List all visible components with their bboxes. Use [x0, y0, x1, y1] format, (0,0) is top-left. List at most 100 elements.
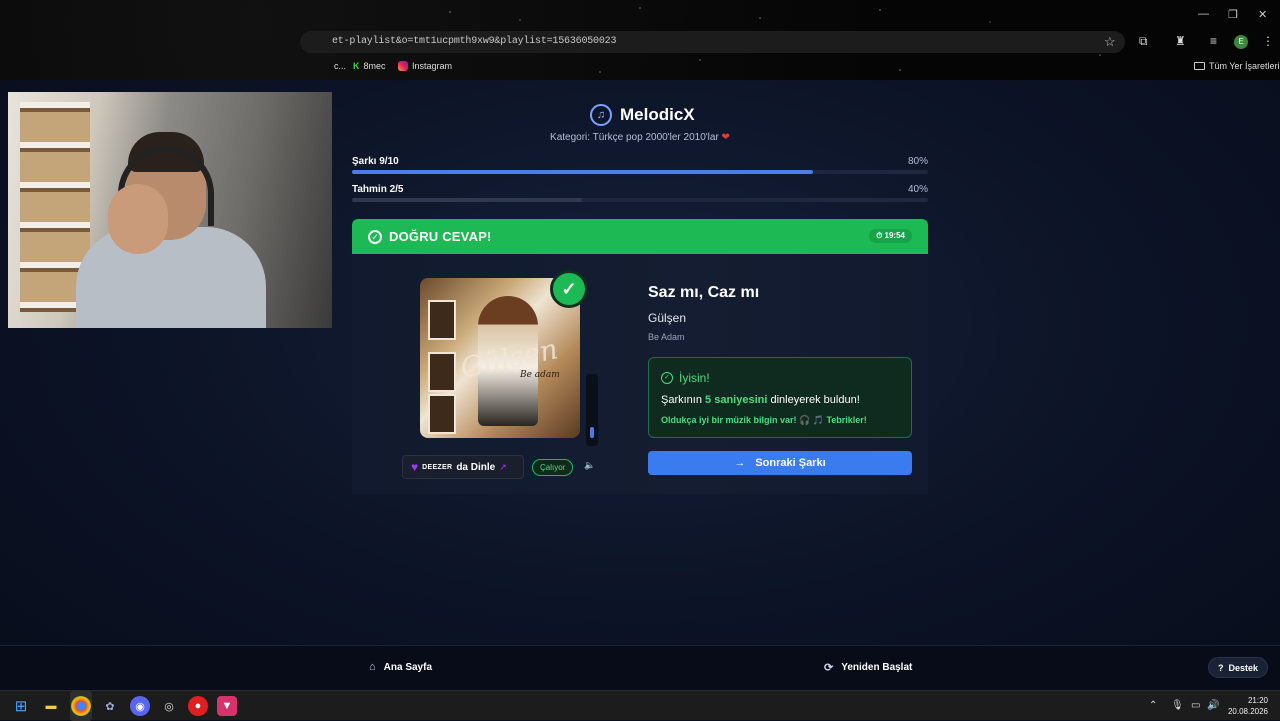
app-icon-pink[interactable]: ▼ [217, 696, 237, 716]
album-photo-panel [428, 394, 456, 434]
app-icon-red[interactable]: ● [188, 696, 208, 716]
bookmark-star-icon[interactable]: ☆ [1104, 34, 1116, 50]
home-icon: ⌂ [369, 661, 376, 673]
person-hand [108, 184, 168, 254]
close-icon[interactable]: ✕ [1258, 8, 1267, 21]
timer-badge: ⏱ 19:54 [869, 229, 912, 243]
volume-icon[interactable]: 🔊 [1207, 700, 1219, 711]
banner-title: DOĞRU CEVAP! [389, 229, 492, 244]
result-card: Gülşen Be adam ✓ ♥ DEEZER da Dinle ↗ Çal… [352, 254, 928, 494]
song-title: Saz mı, Caz mı [648, 284, 760, 301]
deezer-label: da Dinle [456, 461, 496, 473]
heart-icon: ❤ [718, 132, 730, 143]
maximize-icon[interactable]: ❐ [1228, 8, 1238, 21]
song-progress-percent: 80% [907, 156, 928, 167]
support-button[interactable]: ? Destek [1208, 657, 1268, 678]
bottom-nav: ⌂ Ana Sayfa ⟳ Yeniden Başlat ? Destek [0, 645, 1280, 690]
timer-text: 19:54 [884, 231, 905, 240]
bookmark-item[interactable]: c... [334, 61, 346, 71]
windows-start-icon[interactable]: ⊞ [11, 696, 31, 716]
feedback-title: İyisin! [679, 371, 710, 385]
guess-progress-fill [352, 198, 583, 202]
check-circle-icon: ✓ [368, 229, 382, 244]
feedback-highlight: 5 saniyesini [705, 394, 768, 406]
support-label: Destek [1228, 662, 1259, 673]
feedback-header: ✓ İyisin! [661, 371, 710, 385]
windows-taskbar: ⊞ ▬ ✿ ◉ ◎ ● ▼ ⌃ 🎙 ▭ 🔊 21:20 20.08.2026 [0, 690, 1280, 721]
bookmark-folder-label: Tüm Yer İşaretleri [1209, 61, 1280, 71]
guess-progress-label: Tahmin 2/5 [352, 184, 404, 195]
clock-time: 21:20 [1247, 696, 1268, 705]
deezer-brand: DEEZER [422, 463, 453, 471]
external-link-icon: ↗ [499, 461, 507, 472]
bookmark-label: Instagram [412, 61, 453, 71]
url-text[interactable]: et-playlist&o=tmt1ucpmth9xw9&playlist=15… [332, 36, 616, 47]
discord-icon[interactable]: ◉ [130, 696, 150, 716]
feedback-box: ✓ İyisin! Şarkının 5 saniyesini dinleyer… [648, 357, 912, 438]
extensions-icon[interactable]: ⧉ [1139, 34, 1148, 49]
speaker-icon[interactable]: 🔈 [584, 460, 595, 471]
home-button[interactable]: ⌂ Ana Sayfa [369, 661, 432, 673]
webcam-overlay [8, 92, 332, 328]
album-photo-panel [428, 352, 456, 392]
playing-status-badge[interactable]: Çalıyor [532, 459, 574, 476]
folder-icon [1194, 62, 1205, 70]
next-song-label: Sonraki Şarkı [755, 457, 826, 469]
volume-slider-fill [590, 427, 594, 438]
album-name: Be Adam [648, 332, 685, 342]
next-song-button[interactable]: → Sonraki Şarkı [648, 451, 912, 475]
all-bookmarks-folder[interactable]: Tüm Yer İşaretleri [1194, 61, 1280, 71]
album-script-subtitle: Be adam [520, 370, 560, 380]
chrome-icon[interactable] [71, 696, 91, 716]
feedback-subtext: Oldukça iyi bir müzik bilgin var! 🎧 🎵 Te… [661, 415, 867, 425]
chevron-up-icon[interactable]: ⌃ [1149, 700, 1157, 711]
song-progress-track [352, 170, 928, 174]
feedback-prefix: Şarkının [661, 394, 702, 406]
artist-name: Gülşen [648, 311, 687, 325]
media-control-icon[interactable]: ≡ [1210, 34, 1217, 48]
bookmark-instagram[interactable]: Instagram [398, 61, 452, 71]
listen-on-deezer-button[interactable]: ♥ DEEZER da Dinle ↗ [402, 455, 524, 479]
app-name: MelodicX [620, 105, 695, 124]
microphone-icon[interactable]: 🎙 [1171, 700, 1184, 711]
category-text: Kategori: Türkçe pop 2000'ler 2010'lar [550, 132, 719, 143]
album-photo-panel [428, 300, 456, 340]
guess-progress-track [352, 198, 928, 202]
guess-progress: Tahmin 2/5 40% [352, 184, 928, 202]
obs-icon[interactable]: ◎ [159, 696, 179, 716]
person-shirt [76, 227, 266, 328]
menu-kebab-icon[interactable]: ⋮ [1262, 34, 1274, 48]
browser-chrome: — ❐ ✕ et-playlist&o=tmt1ucpmth9xw9&playl… [0, 0, 1280, 80]
kick-icon: K [353, 61, 360, 71]
app-page: ♫ MelodicX Kategori: Türkçe pop 2000'ler… [0, 80, 1280, 690]
home-label: Ana Sayfa [383, 661, 433, 673]
song-progress-fill [352, 170, 813, 174]
minimize-icon[interactable]: — [1198, 8, 1209, 20]
restart-label: Yeniden Başlat [841, 662, 913, 673]
bookmark-label: c... [334, 61, 347, 71]
song-progress: Şarkı 9/10 80% [352, 156, 928, 174]
system-clock[interactable]: 21:20 20.08.2026 [1226, 695, 1268, 717]
arrow-right-icon: → [734, 457, 746, 469]
bookmark-label: 8mec [363, 61, 386, 71]
song-progress-label: Şarkı 9/10 [352, 156, 399, 167]
app-icon[interactable]: ✿ [100, 696, 120, 716]
volume-slider[interactable] [586, 374, 598, 446]
clock-date: 20.08.2026 [1227, 707, 1268, 716]
feedback-suffix: dinleyerek buldun! [770, 394, 860, 406]
headphones-icon: ♫ [590, 104, 612, 126]
guess-progress-percent: 40% [907, 184, 928, 195]
profile-avatar[interactable]: E [1234, 35, 1248, 49]
restart-button[interactable]: ⟳ Yeniden Başlat [824, 661, 912, 674]
help-circle-icon: ? [1217, 662, 1224, 673]
feedback-message: Şarkının 5 saniyesini dinleyerek buldun! [661, 394, 860, 406]
extension-icon[interactable]: ♜ [1175, 34, 1186, 48]
correct-check-icon: ✓ [550, 270, 588, 308]
refresh-icon: ⟳ [824, 662, 834, 674]
correct-answer-banner: ✓ DOĞRU CEVAP! ⏱ 19:54 [352, 219, 928, 254]
file-explorer-icon[interactable]: ▬ [41, 696, 61, 716]
network-icon[interactable]: ▭ [1191, 700, 1200, 711]
bookmark-8mec[interactable]: K 8mec [353, 61, 386, 71]
deezer-heart-icon: ♥ [411, 460, 419, 474]
app-logo[interactable]: ♫ MelodicX [590, 104, 695, 126]
